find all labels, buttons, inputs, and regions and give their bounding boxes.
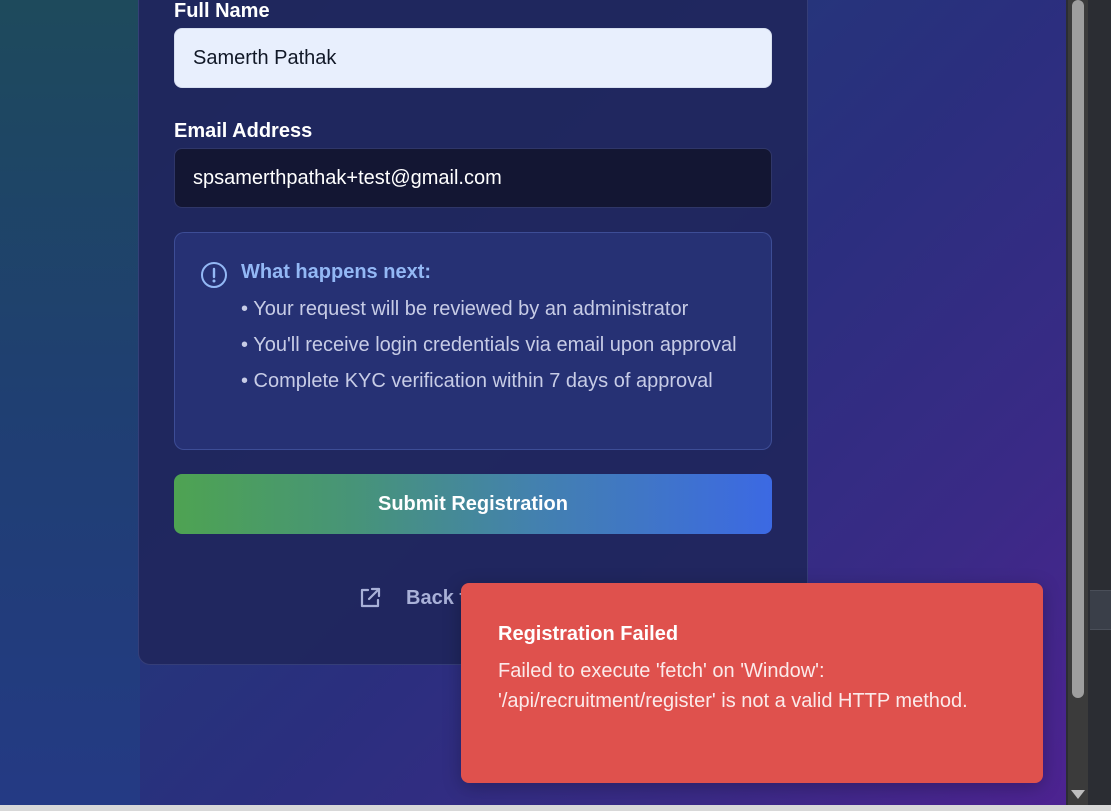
bottom-edge — [0, 805, 1111, 811]
info-list: • Your request will be reviewed by an ad… — [241, 294, 746, 402]
toast-title: Registration Failed — [498, 623, 679, 645]
back-link-label: Back t — [406, 586, 467, 609]
external-link-icon — [360, 587, 381, 608]
info-list-item: • Complete KYC verification within 7 day… — [241, 370, 713, 392]
full-name-input[interactable] — [174, 28, 772, 88]
back-link[interactable]: Back t — [358, 586, 466, 610]
email-input[interactable] — [174, 148, 772, 208]
info-title: What happens next: — [241, 261, 432, 283]
error-toast[interactable]: Registration Failed Failed to execute 'f… — [461, 583, 1043, 783]
scroll-down-arrow-icon[interactable] — [1071, 790, 1085, 799]
submit-registration-button[interactable]: Submit Registration — [174, 474, 772, 534]
panel-tab — [1090, 590, 1111, 630]
page-viewport: Full Name Email Address What happens nex… — [0, 0, 1066, 805]
info-list-item: • You'll receive login credentials via e… — [241, 334, 737, 356]
scrollbar-thumb[interactable] — [1072, 0, 1084, 698]
toast-message: Failed to execute 'fetch' on 'Window': '… — [498, 660, 968, 712]
full-name-label: Full Name — [174, 0, 270, 22]
vertical-scrollbar[interactable] — [1068, 0, 1088, 805]
info-list-item: • Your request will be reviewed by an ad… — [241, 298, 689, 320]
background-panel — [0, 0, 140, 805]
info-circle-icon — [201, 262, 227, 288]
email-label: Email Address — [174, 120, 313, 142]
